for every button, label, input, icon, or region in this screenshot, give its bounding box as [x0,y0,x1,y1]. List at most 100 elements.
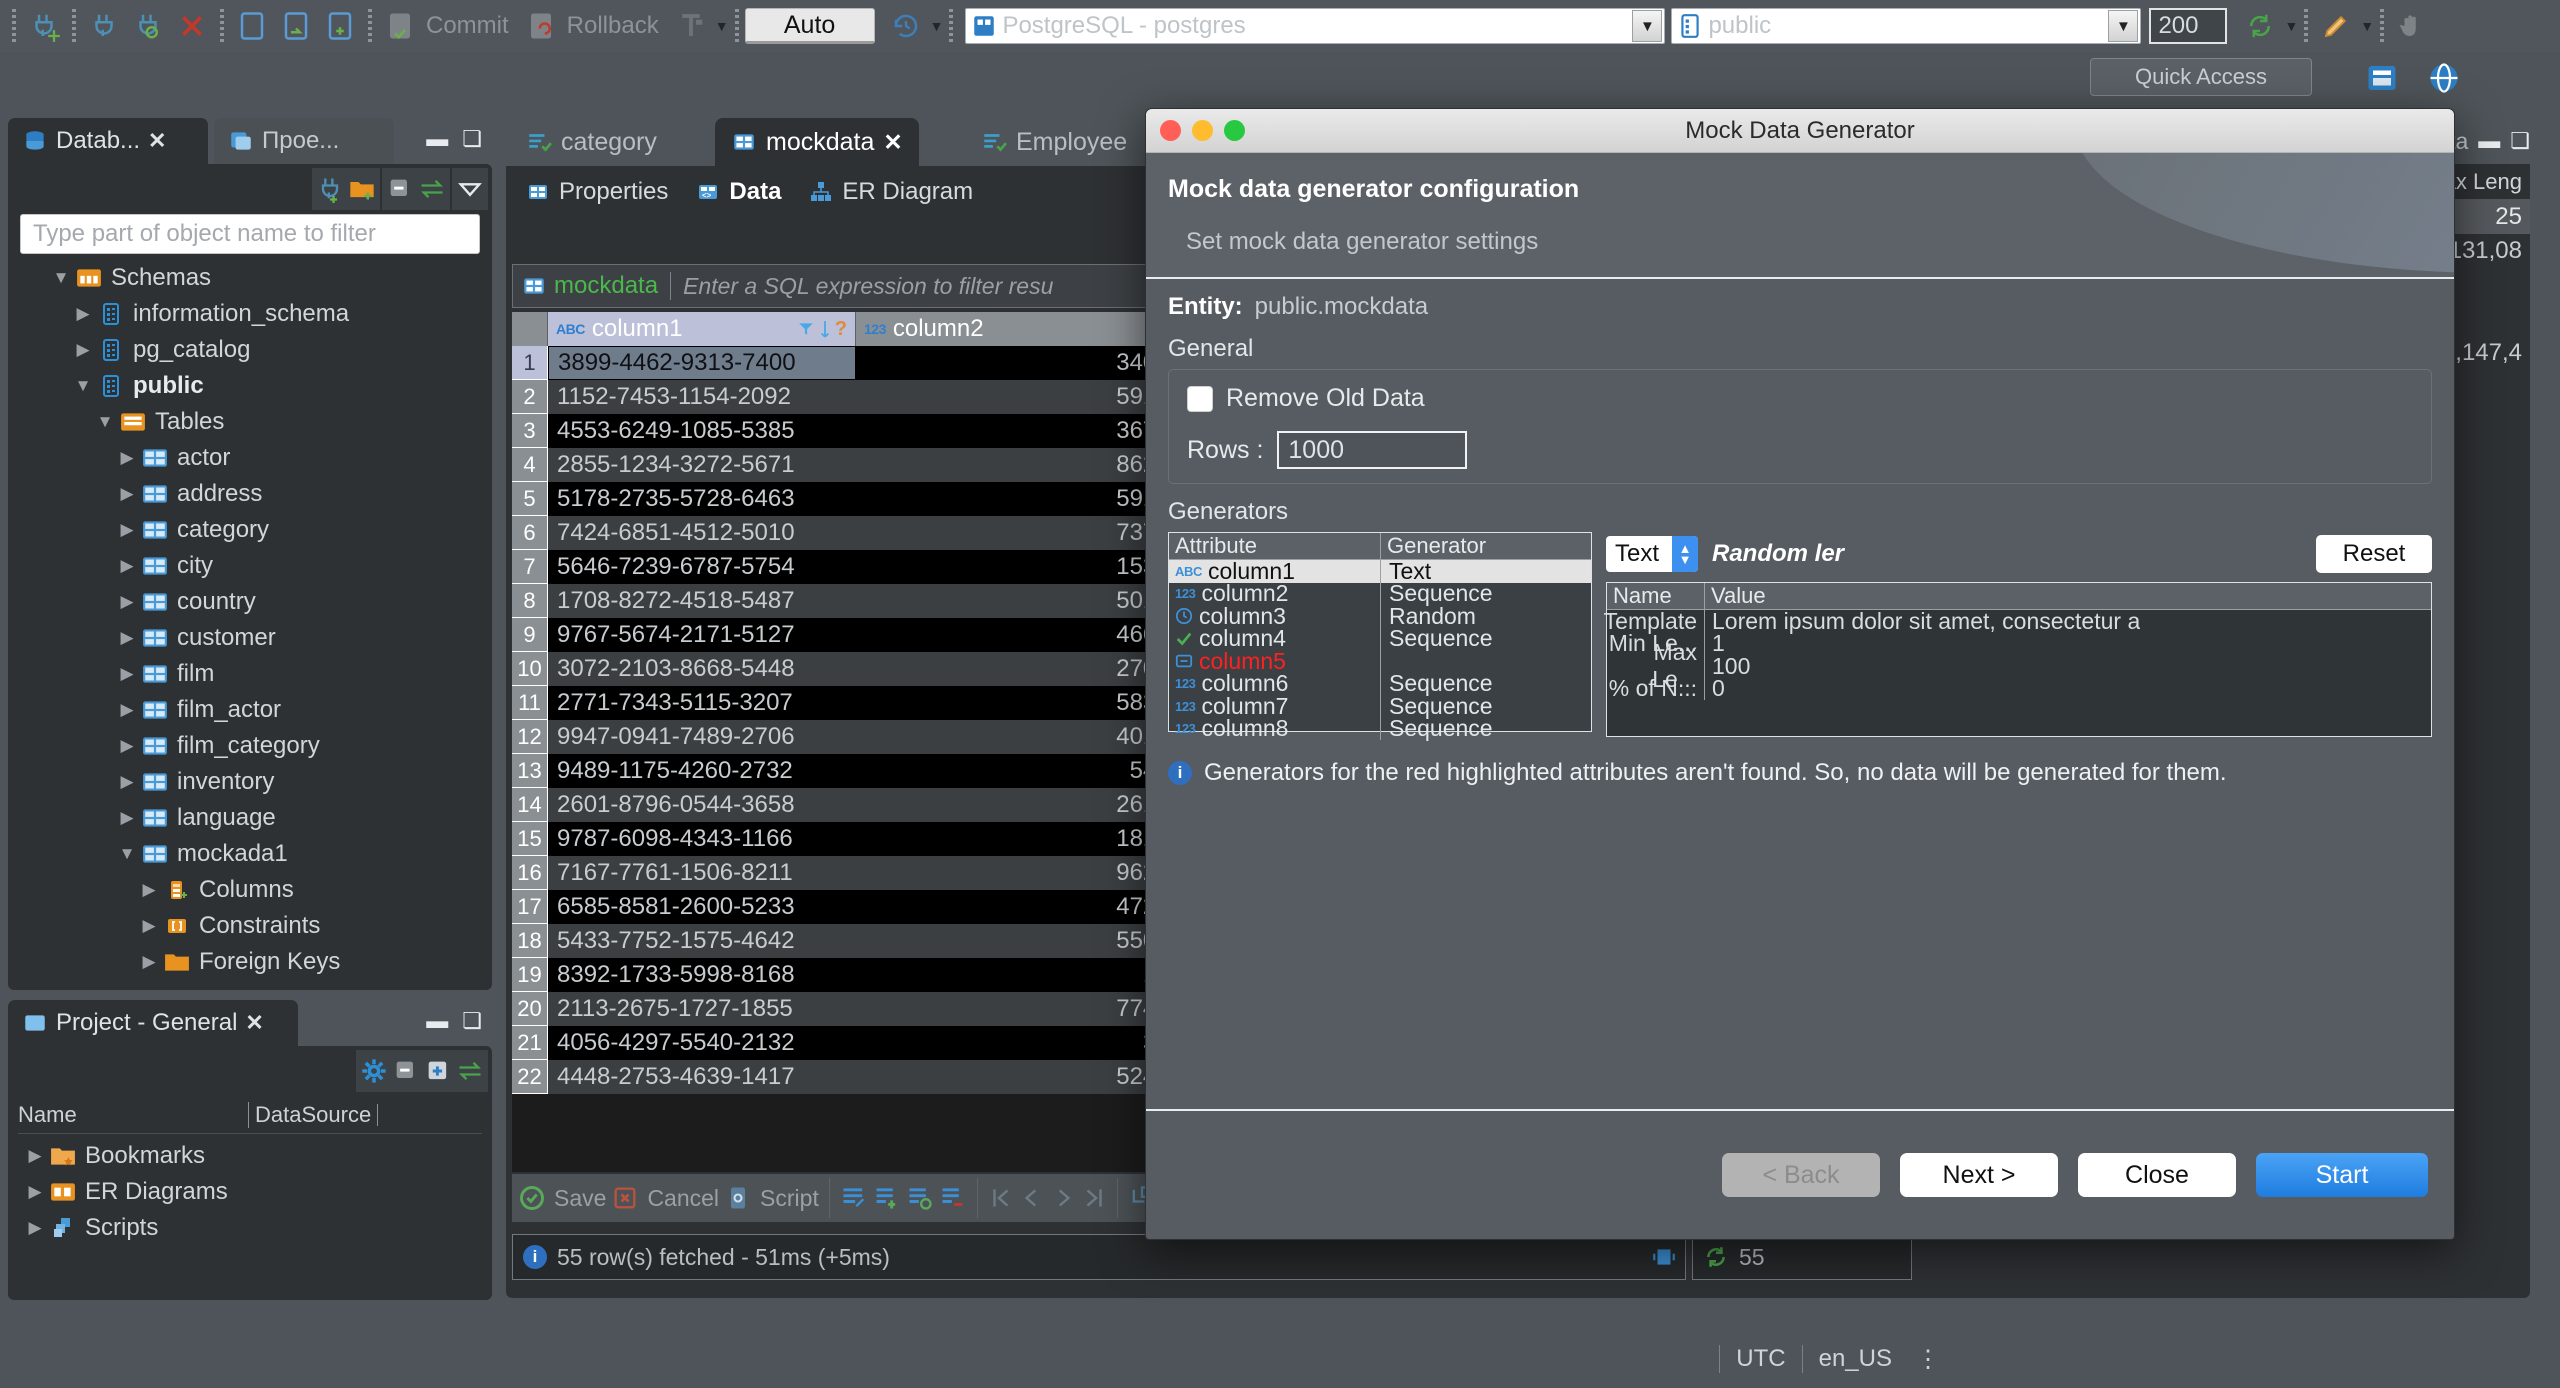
table-row[interactable]: 142601-8796-0544-3658261,214 [512,788,1212,822]
table-row[interactable]: 81708-8272-4518-5487501,048 [512,584,1212,618]
row-number[interactable]: 1 [512,346,548,380]
property-row[interactable]: Min Le... 1 [1607,630,2431,656]
tree-item[interactable]: ▶ Constraints [8,908,492,944]
tree-item[interactable]: ▼ Tables [8,404,492,440]
reset-button[interactable]: Reset [2316,535,2432,573]
tree-item[interactable]: ▶ country [8,584,492,620]
tab-data[interactable]: <> Data [682,170,796,214]
table-row[interactable]: 198392-1733-5998-81681,899 [512,958,1212,992]
cell-column1[interactable]: 7167-7761-1506-8211 [548,856,856,890]
add-icon[interactable] [424,1057,452,1085]
tree-item[interactable]: ▶ film_category [8,728,492,764]
chevron-right-icon[interactable]: ▶ [114,772,140,792]
gear-icon[interactable] [360,1057,388,1085]
project-tree-item[interactable]: ▶ ER Diagrams [8,1174,492,1210]
timezone-indicator[interactable]: UTC [1719,1345,1801,1373]
maximize-icon[interactable]: ❏ [462,1008,482,1034]
cell-column1[interactable]: 4553-6249-1085-5385 [548,414,856,448]
perspective-database-icon[interactable] [2364,60,2400,96]
tree-item[interactable]: ▶ address [8,476,492,512]
quick-access-button[interactable]: Quick Access [2090,58,2312,96]
detach-panel-icon[interactable] [1651,1244,1677,1270]
chevron-updown-icon[interactable]: ▲ ▼ [1672,536,1698,572]
chevron-right-icon[interactable]: ▶ [114,592,140,612]
perspective-globe-icon[interactable] [2426,60,2462,96]
chevron-right-icon[interactable]: ▶ [22,1182,48,1202]
link-editor-icon[interactable] [456,1057,484,1085]
table-row[interactable]: 99767-5674-2171-5127466,365 [512,618,1212,652]
table-row[interactable]: 214056-4297-5540-21323,788 [512,1026,1212,1060]
prev-page-icon[interactable] [1019,1184,1045,1212]
open-sql-script-icon[interactable] [277,7,315,45]
filter-icon[interactable] [797,320,815,338]
row-number[interactable]: 13 [512,754,548,788]
attribute-cell[interactable]: column3 [1169,603,1381,629]
theme-caret-icon[interactable]: ▼ [2360,18,2374,34]
cell-column1[interactable]: 5646-7239-6787-5754 [548,550,856,584]
row-number[interactable]: 7 [512,550,548,584]
row-number[interactable]: 3 [512,414,548,448]
chevron-right-icon[interactable]: ▶ [114,664,140,684]
minimize-icon[interactable]: ▬ [426,1008,448,1034]
edit-row-icon[interactable] [840,1184,868,1212]
refresh-icon[interactable] [1703,1244,1729,1270]
table-row[interactable]: 112771-7343-5115-3207583,368 [512,686,1212,720]
cell-column1[interactable]: 2855-1234-3272-5671 [548,448,856,482]
locale-indicator[interactable]: en_US [1801,1345,1908,1373]
refresh-count-box[interactable]: 55 [1692,1234,1912,1280]
tree-item[interactable]: ▶ customer [8,620,492,656]
generator-cell[interactable]: Sequence [1381,715,1493,742]
last-page-icon[interactable] [1081,1184,1107,1212]
save-label[interactable]: Save [554,1185,606,1212]
row-number[interactable]: 11 [512,686,548,720]
link-editor-icon[interactable] [418,175,446,203]
start-button[interactable]: Start [2256,1153,2428,1197]
tree-item[interactable]: ▶ Columns [8,872,492,908]
row-number[interactable]: 18 [512,924,548,958]
table-row[interactable]: 176585-8581-2600-5233472,478 [512,890,1212,924]
back-button[interactable]: < Back [1722,1153,1880,1197]
property-row[interactable]: Max Le... 100 [1607,639,2431,692]
sql-filter-input[interactable]: Enter a SQL expression to filter resu [683,273,1053,300]
chevron-right-icon[interactable]: ▶ [114,628,140,648]
collapse-all-icon[interactable] [386,175,414,203]
minimize-window-icon[interactable] [1192,120,1213,141]
attribute-row[interactable]: column4 Sequence [1169,625,1591,651]
delete-row-icon[interactable] [939,1184,967,1212]
project-tree[interactable]: ▶ Bookmarks ▶ ER Diagrams ▶ Scripts [8,1138,492,1294]
project-tree-item[interactable]: ▶ Scripts [8,1210,492,1246]
minimize-icon[interactable]: ▬ [426,126,448,152]
status-bar-menu-icon[interactable]: ⋮ [1908,1345,1940,1374]
chevron-right-icon[interactable]: ▶ [114,448,140,468]
table-row[interactable]: 67424-6851-4512-5010737,566 [512,516,1212,550]
tree-item[interactable]: ▶ film [8,656,492,692]
cell-column1[interactable]: 2771-7343-5115-3207 [548,686,856,720]
editor-tab-mockdata[interactable]: mockdata ✕ [715,118,919,166]
sidebar-tab-project[interactable]: Прое... [214,118,394,164]
row-number[interactable]: 17 [512,890,548,924]
tab-properties[interactable]: Properties [512,170,682,214]
script-icon[interactable] [724,1184,752,1212]
chevron-right-icon[interactable]: ▶ [22,1218,48,1238]
refresh-caret-icon[interactable]: ▼ [2284,18,2298,34]
new-folder-icon[interactable] [348,175,376,203]
theme-icon[interactable] [2317,7,2355,45]
editor-tab-employee[interactable]: Employee [965,118,1143,166]
script-label[interactable]: Script [760,1185,819,1212]
add-row-icon[interactable] [873,1184,901,1212]
cell-column1[interactable]: 4056-4297-5540-2132 [548,1026,856,1060]
table-row[interactable]: 139489-1175-4260-273254,154 [512,754,1212,788]
tree-item[interactable]: ▼ mockada1 [8,836,492,872]
new-sql-editor-icon[interactable] [321,7,359,45]
table-row[interactable]: 202113-2675-1727-1855774,506 [512,992,1212,1026]
refresh-icon[interactable] [2241,7,2279,45]
sql-editor-icon[interactable] [233,7,271,45]
close-icon[interactable]: ✕ [148,128,166,154]
close-icon[interactable]: ✕ [245,1010,263,1036]
maximize-window-icon[interactable] [1224,120,1245,141]
chevron-right-icon[interactable]: ▶ [22,1146,48,1166]
tree-item[interactable]: ▼ public [8,368,492,404]
next-page-icon[interactable] [1050,1184,1076,1212]
row-number[interactable]: 14 [512,788,548,822]
chevron-right-icon[interactable]: ▶ [136,916,162,936]
